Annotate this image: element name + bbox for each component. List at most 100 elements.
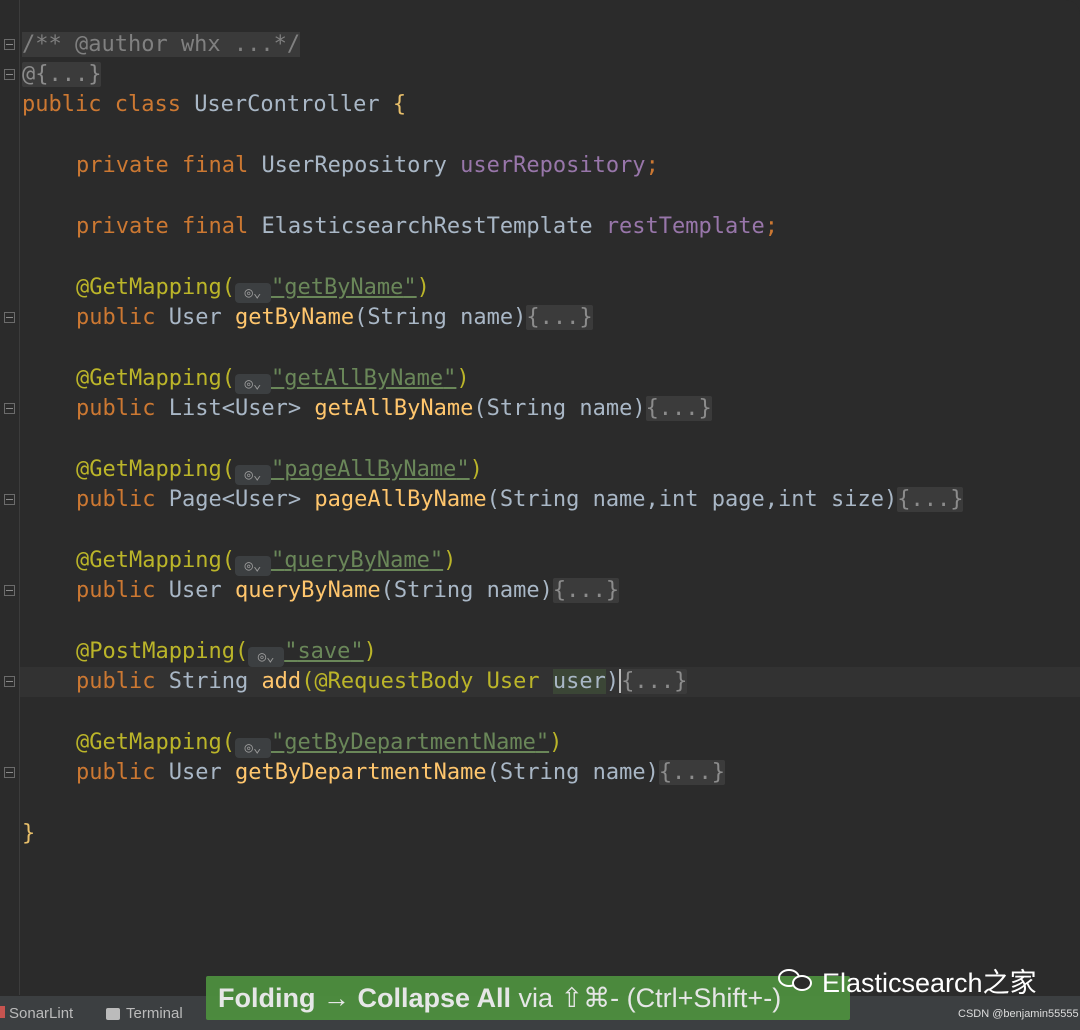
method-params: (String name) <box>473 396 646 421</box>
mapping-path[interactable]: getAllByName <box>284 366 443 391</box>
keyword: public <box>76 760 169 785</box>
param-name-highlighted: user <box>552 669 606 694</box>
code-editor[interactable]: /** @author whx ...*/ @{...} public clas… <box>0 0 1080 995</box>
terminal-tab[interactable]: Terminal <box>106 1005 183 1022</box>
keyword: public class <box>22 92 195 117</box>
action-name: Folding → Collapse All <box>218 983 512 1013</box>
mapping-path[interactable]: getByDepartmentName <box>284 730 536 755</box>
endpoint-globe-icon[interactable]: ◎⌄ <box>234 374 271 394</box>
string-quote: " <box>443 366 457 391</box>
keyword: public <box>76 669 169 694</box>
code-line-doc-comment[interactable]: /** @author whx ...*/ <box>22 30 301 60</box>
annotation: @GetMapping( <box>76 366 235 391</box>
annotation: @GetMapping( <box>76 457 235 482</box>
return-type: String <box>168 669 262 694</box>
keyword: public <box>76 305 169 330</box>
fold-toggle-icon[interactable] <box>4 403 15 414</box>
code-line-method[interactable]: public User queryByName(String name){...… <box>76 576 620 606</box>
type-name: ElasticsearchRestTemplate <box>261 214 606 239</box>
code-line-annotations[interactable]: @{...} <box>22 60 102 90</box>
keyword: public <box>76 396 169 421</box>
paren: ) <box>549 730 563 755</box>
keyword: private final <box>76 214 262 239</box>
code-line-method[interactable]: public User getByDepartmentName(String n… <box>76 758 726 788</box>
sonarlint-label: SonarLint <box>9 1005 74 1022</box>
code-line-annotation[interactable]: @GetMapping(◎⌄ "getByName") <box>76 273 430 303</box>
mapping-path[interactable]: getByName <box>284 275 403 300</box>
code-line-method[interactable]: public Page<User> pageAllByName(String n… <box>76 485 964 515</box>
paren: ) <box>456 366 470 391</box>
paren: ) <box>443 548 457 573</box>
code-line-field-template[interactable]: private final ElasticsearchRestTemplate … <box>76 212 778 242</box>
mapping-path[interactable]: save <box>297 639 350 664</box>
fold-toggle-icon[interactable] <box>4 494 15 505</box>
wechat-icon <box>778 965 814 995</box>
watermark-text: Elasticsearch之家 <box>822 967 1037 998</box>
endpoint-globe-icon[interactable]: ◎⌄ <box>234 738 271 758</box>
folded-body[interactable]: {...} <box>897 487 964 512</box>
shortcut-text: via ⇧⌘- (Ctrl+Shift+ <box>511 983 764 1013</box>
return-type: User <box>168 578 235 603</box>
return-type: User <box>168 305 235 330</box>
code-line-annotation[interactable]: @GetMapping(◎⌄ "queryByName") <box>76 546 456 576</box>
error-indicator <box>0 1006 5 1018</box>
brace: { <box>392 92 407 117</box>
fold-toggle-icon[interactable] <box>4 312 15 323</box>
string-quote: " <box>456 457 470 482</box>
code-line-method[interactable]: public User getByName(String name){...} <box>76 303 593 333</box>
folded-body[interactable]: {...} <box>552 578 620 603</box>
mapping-path[interactable]: pageAllByName <box>284 457 456 482</box>
keyword: private final <box>76 153 262 178</box>
paren: ) <box>605 669 620 694</box>
code-line-method-current[interactable]: public String add(@RequestBody User user… <box>76 667 688 697</box>
code-line-annotation[interactable]: @GetMapping(◎⌄ "pageAllByName") <box>76 455 483 485</box>
method-params: (String name) <box>380 578 553 603</box>
terminal-label: Terminal <box>126 1005 183 1022</box>
string-quote: " <box>350 639 364 664</box>
mapping-path[interactable]: queryByName <box>284 548 430 573</box>
endpoint-globe-icon[interactable]: ◎⌄ <box>234 556 271 576</box>
semicolon: ; <box>645 153 659 178</box>
method-name: getByDepartmentName <box>234 760 487 785</box>
endpoint-globe-icon[interactable]: ◎⌄ <box>248 647 285 667</box>
action-hint-banner: Folding → Collapse All via ⇧⌘- (Ctrl+Shi… <box>206 976 850 1020</box>
field-name: userRepository <box>460 153 646 178</box>
method-params: (String name,int page,int size) <box>486 487 898 512</box>
paren: ) <box>416 275 430 300</box>
folded-annotations[interactable]: @{...} <box>22 62 102 87</box>
code-line-annotation[interactable]: @GetMapping(◎⌄ "getAllByName") <box>76 364 470 394</box>
folded-doc-comment[interactable]: /** @author whx ...*/ <box>22 32 301 57</box>
fold-toggle-icon[interactable] <box>4 676 15 687</box>
code-line-method[interactable]: public List<User> getAllByName(String na… <box>76 394 712 424</box>
annotation: @GetMapping( <box>76 548 235 573</box>
code-line-class-decl[interactable]: public class UserController { <box>22 90 406 120</box>
csdn-credit: CSDN @benjamin55555 <box>958 1008 1079 1020</box>
fold-toggle-icon[interactable] <box>4 69 15 80</box>
method-name: getByName <box>234 305 355 330</box>
folded-body[interactable]: {...} <box>645 396 712 421</box>
fold-toggle-icon[interactable] <box>4 767 15 778</box>
string-quote: " <box>535 730 550 755</box>
folded-body[interactable]: {...} <box>658 760 726 785</box>
code-line-class-close[interactable]: } <box>22 819 35 849</box>
return-type: List<User> <box>168 396 315 421</box>
code-line-field-repository[interactable]: private final UserRepository userReposit… <box>76 151 659 181</box>
semicolon: ; <box>764 214 779 239</box>
folded-body[interactable]: {...} <box>526 305 593 330</box>
code-line-annotation[interactable]: @GetMapping(◎⌄ "getByDepartmentName") <box>76 728 562 758</box>
fold-toggle-icon[interactable] <box>4 39 15 50</box>
code-line-annotation[interactable]: @PostMapping(◎⌄ "save") <box>76 637 377 667</box>
endpoint-globe-icon[interactable]: ◎⌄ <box>234 283 271 303</box>
keyword: public <box>76 578 169 603</box>
folded-body[interactable]: {...} <box>621 669 688 694</box>
endpoint-globe-icon[interactable]: ◎⌄ <box>234 465 271 485</box>
method-params: (String name) <box>486 760 659 785</box>
string-quote: " <box>270 457 285 482</box>
string-quote: " <box>270 548 285 573</box>
fold-toggle-icon[interactable] <box>4 585 15 596</box>
sonarlint-tab[interactable]: SonarLint <box>9 1005 73 1022</box>
string-quote: " <box>284 639 298 664</box>
return-type: User <box>168 760 235 785</box>
method-params: (@RequestBody User <box>301 669 553 694</box>
type-name: UserRepository <box>261 153 461 178</box>
